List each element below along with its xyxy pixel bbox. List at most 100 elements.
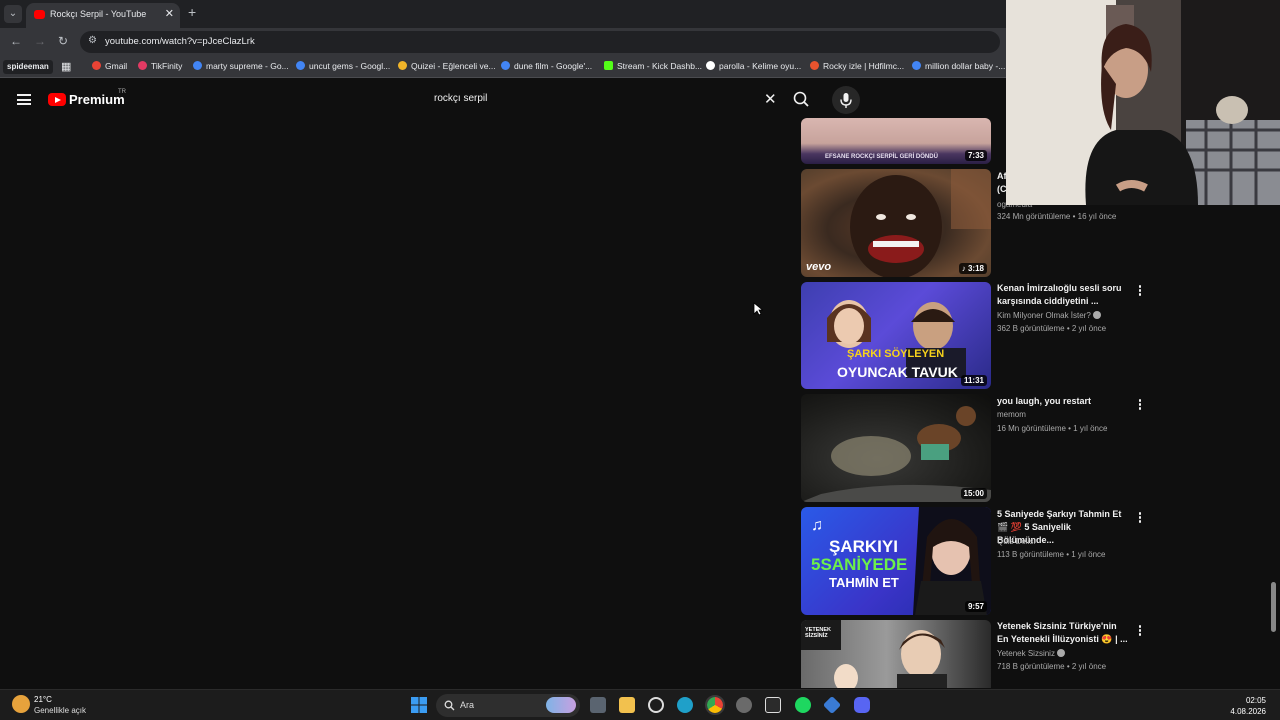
menu-icon[interactable] [17, 94, 31, 105]
video-duration: 11:31 [960, 375, 987, 386]
bookmark-marty-supreme[interactable]: marty supreme - Go... [193, 61, 289, 71]
weather-temperature[interactable]: 21°C [34, 695, 52, 704]
channel-name[interactable]: Kim Milyoner Olmak İster? [997, 311, 1101, 320]
clock-time: 02:05 [1245, 696, 1266, 705]
capcut-icon[interactable] [765, 697, 781, 713]
channel-name[interactable]: Quiz Delisi [997, 537, 1035, 546]
clear-search-icon[interactable]: ✕ [764, 90, 777, 108]
spotify-icon[interactable] [795, 697, 811, 713]
site-info-icon[interactable]: ⚙ [88, 35, 97, 46]
region-code: TR [118, 89, 126, 95]
thumbnail-caption-line1: ŞARKI SÖYLEYEN [847, 348, 945, 360]
page-scrollbar[interactable] [1271, 582, 1276, 632]
search-icon [444, 700, 455, 711]
app-diamond-icon[interactable] [822, 695, 842, 715]
voice-search-button[interactable] [832, 86, 860, 114]
music-note-icon: ♫ [811, 517, 823, 534]
youtube-logo-icon[interactable] [48, 93, 66, 106]
task-view-icon[interactable] [590, 697, 606, 713]
related-thumbnail-4[interactable]: 15:00 [801, 394, 991, 502]
thumbnail-caption: EFSANE ROCKÇI SERPİL GERİ DÖNDÜ [825, 154, 938, 160]
related-thumbnail-5[interactable]: ♫ ŞARKIYI 5SANİYEDE TAHMİN ET 9:57 [801, 507, 991, 615]
kick-icon [604, 61, 613, 70]
vevo-logo: vevo [806, 261, 832, 273]
tikfinity-icon [138, 61, 147, 70]
new-tab-icon[interactable]: + [188, 4, 196, 20]
webcam-overlay [1006, 0, 1280, 205]
bookmark-dune-film[interactable]: dune film - Google'... [501, 61, 592, 71]
video-duration: ♪ 3:18 [958, 263, 987, 274]
chatgpt-icon[interactable] [648, 697, 664, 713]
related-thumbnail-3[interactable]: ŞARKI SÖYLEYEN OYUNCAK TAVUK 11:31 [801, 282, 991, 389]
search-input[interactable]: rockçı serpil ✕ [424, 88, 786, 111]
bookmark-parolla[interactable]: parolla - Kelime oyu... [706, 61, 801, 71]
bookmarks-bar: spideeman ▦ Gmail TikFinity marty suprem… [0, 56, 1006, 78]
video-meta: 113 B görüntüleme • 1 yıl önce [997, 550, 1106, 559]
mouse-cursor-icon [753, 302, 763, 316]
related-thumbnail-6[interactable]: YETENEK SİZSİNİZ [801, 620, 991, 688]
profile-button[interactable]: spideeman [3, 60, 53, 74]
taskbar-search-box[interactable]: Ara [436, 694, 580, 717]
thumbnail-caption-line2: OYUNCAK TAVUK [837, 364, 958, 380]
bookmark-kick-dashboard[interactable]: Stream - Kick Dashb... [604, 61, 702, 71]
weather-icon[interactable] [12, 695, 30, 713]
parolla-icon [706, 61, 715, 70]
thumbnail-caption-line3: TAHMİN ET [829, 575, 899, 590]
related-thumbnail-1[interactable]: EFSANE ROCKÇI SERPİL GERİ DÖNDÜ 7:33 [801, 118, 991, 164]
windows-start-icon[interactable] [411, 697, 427, 713]
forward-icon[interactable]: → [34, 34, 46, 48]
related-thumbnail-2[interactable]: vevo ♪ 3:18 [801, 169, 991, 277]
video-duration: 7:33 [964, 150, 987, 161]
channel-name[interactable]: memom [997, 410, 1026, 419]
tab-search-chevron-icon[interactable]: ⌄ [4, 5, 22, 23]
chrome-icon[interactable] [705, 695, 725, 715]
more-actions-icon[interactable] [1137, 512, 1143, 524]
obs-icon[interactable] [736, 697, 752, 713]
search-icon [793, 91, 809, 107]
google-icon [912, 61, 921, 70]
video-title[interactable]: Kenan İmirzalıoğlu sesli soru karşısında… [997, 282, 1129, 308]
verified-icon [1092, 311, 1101, 319]
back-icon[interactable]: ← [10, 34, 22, 48]
channel-name[interactable]: Yetenek Sizsiniz [997, 649, 1065, 658]
video-meta: 16 Mn görüntüleme • 1 yıl önce [997, 424, 1108, 433]
thumbnail-caption: YETENEK SİZSİNİZ [805, 627, 831, 639]
bookmark-uncut-gems[interactable]: uncut gems - Googl... [296, 61, 390, 71]
bookmark-rocky-izle[interactable]: Rocky izle | Hdfilmc... [810, 61, 904, 71]
bookmark-million-dollar-baby[interactable]: million dollar baby -... [912, 61, 1005, 71]
system-clock[interactable]: 02:05 4.08.2026 [1230, 695, 1266, 717]
bookmark-gmail[interactable]: Gmail [92, 61, 127, 71]
thumbnail-art [801, 406, 991, 502]
clock-date: 4.08.2026 [1230, 707, 1266, 716]
address-bar[interactable]: ⚙ youtube.com/watch?v=pJceClazLrk [80, 31, 1000, 53]
windows-taskbar: 21°C Genellikle açık Ara 02:05 4.08.2026 [0, 689, 1280, 720]
microphone-icon [840, 93, 852, 108]
video-title[interactable]: you laugh, you restart [997, 395, 1129, 408]
youtube-premium-logo[interactable]: Premium [69, 92, 125, 107]
search-highlight-icon [546, 697, 576, 713]
thumbnail-caption-line1: ŞARKIYI [829, 537, 898, 556]
tab-title: Rockçı Serpil - YouTube [50, 9, 147, 19]
browser-tab-bar: ⌄ Rockçı Serpil - YouTube ✕ + [0, 0, 1006, 28]
video-title[interactable]: Yetenek Sizsiniz Türkiye'nin En Yetenekl… [997, 620, 1129, 646]
search-button[interactable] [788, 86, 815, 113]
bookmark-tikfinity[interactable]: TikFinity [138, 61, 182, 71]
discord-icon[interactable] [854, 697, 870, 713]
weather-description[interactable]: Genellikle açık [34, 706, 86, 715]
bookmark-quizei[interactable]: Quizei - Eğlenceli ve... [398, 61, 496, 71]
hdfilm-icon [810, 61, 819, 70]
file-explorer-icon[interactable] [619, 697, 635, 713]
more-actions-icon[interactable] [1137, 399, 1143, 411]
apps-grid-icon[interactable]: ▦ [61, 60, 71, 73]
video-meta: 362 B görüntüleme • 2 yıl önce [997, 324, 1107, 333]
webcam-image [1006, 0, 1280, 205]
url-text: youtube.com/watch?v=pJceClazLrk [105, 36, 255, 47]
google-icon [193, 61, 202, 70]
tab-youtube[interactable]: Rockçı Serpil - YouTube ✕ [26, 3, 180, 28]
video-meta: 324 Mn görüntüleme • 16 yıl önce [997, 212, 1117, 221]
more-actions-icon[interactable] [1137, 625, 1143, 637]
reload-icon[interactable]: ↻ [58, 34, 68, 48]
more-actions-icon[interactable] [1137, 285, 1143, 297]
close-tab-icon[interactable]: ✕ [165, 7, 174, 20]
edge-icon[interactable] [677, 697, 693, 713]
